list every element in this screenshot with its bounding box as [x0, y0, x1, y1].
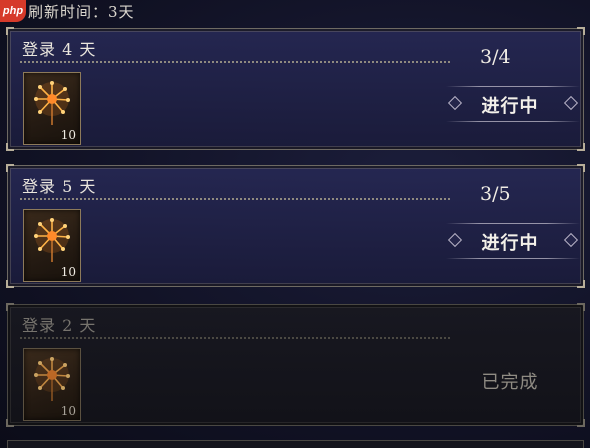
reward-quantity: 10 — [60, 265, 76, 279]
dotted-divider — [20, 337, 450, 339]
status-in-progress-button[interactable]: 进行中 — [440, 83, 580, 125]
task-card-login-4: 登录 4 天 10 3/4 进行中 — [6, 27, 585, 151]
next-task-card-edge — [7, 440, 584, 448]
task-progress: 3/5 — [480, 183, 511, 205]
dotted-divider — [20, 198, 450, 200]
task-card-login-2: 登录 2 天 10 已完成 — [6, 303, 585, 427]
firework-icon — [34, 81, 70, 125]
dotted-divider — [20, 61, 450, 63]
task-progress: 3/4 — [480, 46, 511, 68]
firework-icon — [34, 357, 70, 401]
status-label: 进行中 — [481, 233, 539, 254]
task-title: 登录 4 天 — [22, 40, 97, 59]
task-title: 登录 2 天 — [22, 316, 97, 335]
status-label: 已完成 — [481, 372, 539, 393]
php-watermark-logo: php — [0, 0, 26, 22]
status-completed-label: 已完成 — [440, 359, 580, 401]
task-card-login-5: 登录 5 天 10 3/5 进行中 — [6, 164, 585, 288]
reward-quantity: 10 — [60, 404, 76, 418]
reward-item-slot[interactable]: 10 — [23, 209, 81, 282]
task-title: 登录 5 天 — [22, 177, 97, 196]
firework-icon — [34, 218, 70, 262]
status-in-progress-button[interactable]: 进行中 — [440, 220, 580, 262]
reward-item-slot[interactable]: 10 — [23, 72, 81, 145]
refresh-time-label: 刷新时间：3天 — [28, 3, 135, 21]
reward-item-slot[interactable]: 10 — [23, 348, 81, 421]
reward-quantity: 10 — [60, 128, 76, 142]
status-label: 进行中 — [481, 96, 539, 117]
